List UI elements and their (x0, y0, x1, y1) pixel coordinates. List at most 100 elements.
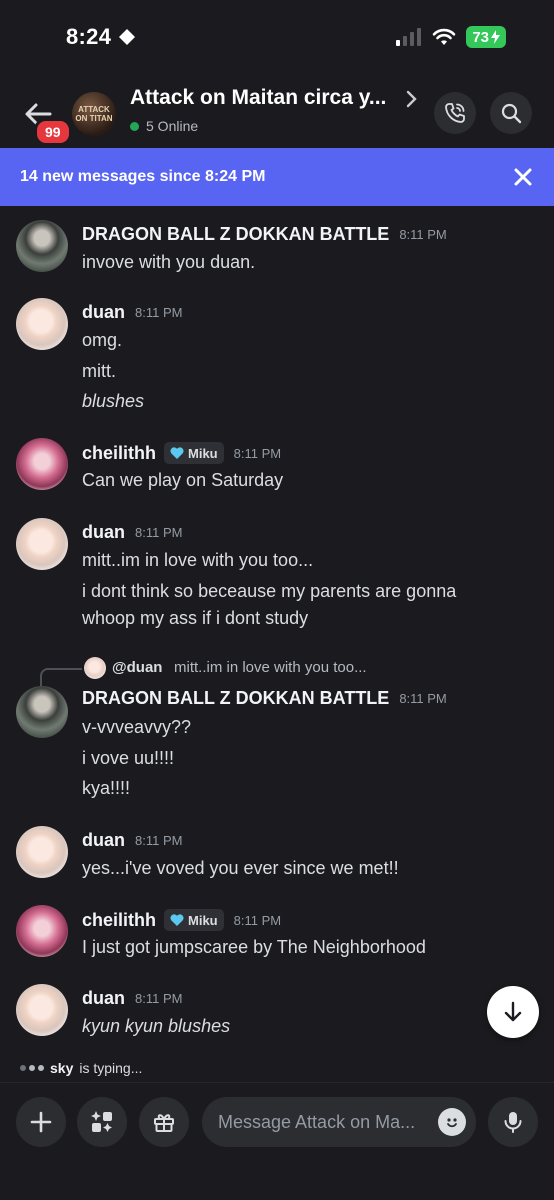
message-header: DRAGON BALL Z DOKKAN BATTLE 8:11 PM (82, 224, 447, 245)
call-button[interactable] (434, 92, 476, 134)
role-tag[interactable]: Miku (164, 909, 224, 931)
new-messages-text: 14 new messages since 8:24 PM (20, 168, 266, 185)
heart-icon (170, 914, 184, 926)
reply-preview[interactable]: mitt..im in love with you too... (174, 659, 367, 676)
search-icon (501, 103, 522, 124)
message-text: kyun kyun blushes (82, 1016, 231, 1036)
message-time: 8:11 PM (233, 912, 282, 928)
battery-level: 73 (472, 28, 489, 46)
role-tag-label: Miku (188, 445, 218, 461)
message-header: duan 8:11 PM (82, 302, 182, 323)
close-icon (514, 168, 532, 186)
reply-connector (40, 668, 82, 688)
status-icons: 73 (396, 26, 506, 48)
apps-icon (91, 1111, 112, 1132)
message-text: whoop my ass if i dont study (82, 608, 309, 628)
unread-badge: 99 (34, 118, 72, 146)
author-name[interactable]: duan (82, 988, 125, 1009)
message-text: Can we play on Saturday (82, 470, 284, 490)
gift-button[interactable] (139, 1097, 189, 1147)
typing-indicator: sky is typing... (20, 1060, 142, 1076)
message-text: blushes (82, 391, 145, 411)
plus-icon (30, 1111, 52, 1133)
message-time: 8:11 PM (233, 445, 282, 461)
author-name[interactable]: duan (82, 302, 125, 323)
add-attachment-button[interactable] (16, 1097, 66, 1147)
reply-avatar (84, 657, 106, 679)
user-avatar[interactable] (16, 438, 68, 490)
user-avatar[interactable] (16, 905, 68, 957)
status-time: 8:24 (66, 24, 112, 49)
voice-message-button[interactable] (488, 1097, 538, 1147)
user-avatar[interactable] (16, 686, 68, 738)
message-text: i dont think so beceause my parents are … (82, 581, 457, 601)
message-text: mitt..im in love with you too... (82, 550, 314, 570)
message-list[interactable]: DRAGON BALL Z DOKKAN BATTLE 8:11 PM invo… (0, 206, 554, 1086)
microphone-icon (504, 1112, 522, 1133)
message-text: I just got jumpscaree by The Neighborhoo… (82, 937, 426, 957)
reply-author[interactable]: @duan (112, 659, 162, 676)
author-name[interactable]: duan (82, 830, 125, 851)
search-button[interactable] (490, 92, 532, 134)
message-header: duan 8:11 PM (82, 522, 182, 543)
heart-icon (170, 447, 184, 459)
message-time: 8:11 PM (135, 833, 183, 848)
message-text: v-vvveavvy?? (82, 717, 192, 737)
status-bar: 8:24 73 (0, 0, 554, 80)
phone-icon (445, 103, 465, 123)
gift-icon (154, 1114, 174, 1132)
author-name[interactable]: duan (82, 522, 125, 543)
user-avatar[interactable] (16, 984, 68, 1036)
message-header: cheilithh Miku 8:11 PM (82, 442, 281, 464)
author-name[interactable]: DRAGON BALL Z DOKKAN BATTLE (82, 224, 389, 245)
chevron-right-icon[interactable] (406, 90, 418, 113)
signal-icon (396, 28, 422, 46)
jump-to-bottom-button[interactable] (487, 986, 539, 1038)
message-header: DRAGON BALL Z DOKKAN BATTLE 8:11 PM (82, 688, 447, 709)
message-text: omg. (82, 330, 123, 350)
message-time: 8:11 PM (399, 691, 447, 706)
online-count: 5 Online (146, 118, 199, 134)
online-dot (130, 121, 139, 131)
role-tag[interactable]: Miku (164, 442, 224, 464)
wifi-icon (433, 28, 456, 45)
new-messages-banner[interactable]: 14 new messages since 8:24 PM (0, 148, 554, 206)
message-header: duan 8:11 PM (82, 830, 182, 851)
message-input[interactable]: Message Attack on Ma... (202, 1097, 476, 1147)
typing-suffix: is typing... (79, 1060, 143, 1076)
online-status: 5 Online (130, 118, 198, 134)
close-banner-button[interactable] (510, 164, 536, 190)
typing-dots (20, 1065, 44, 1071)
server-avatar[interactable]: ATTACK ON TITAN (72, 92, 116, 136)
author-name[interactable]: cheilithh (82, 910, 156, 931)
message-header: cheilithh Miku 8:11 PM (82, 909, 281, 931)
typing-user: sky (50, 1060, 74, 1076)
message-header: duan 8:11 PM (82, 988, 182, 1009)
user-avatar[interactable] (16, 518, 68, 570)
battery-indicator: 73 (466, 26, 506, 48)
user-avatar[interactable] (16, 826, 68, 878)
author-name[interactable]: DRAGON BALL Z DOKKAN BATTLE (82, 688, 389, 709)
message-text: i vove uu!!!! (82, 748, 175, 768)
apps-button[interactable] (77, 1097, 127, 1147)
channel-title[interactable]: Attack on Maitan circa y... (130, 86, 386, 110)
message-text: invove with you duan. (82, 252, 256, 272)
emoji-icon (447, 1118, 457, 1128)
message-text: yes...i've voved you ever since we met!! (82, 858, 399, 878)
user-avatar[interactable] (16, 298, 68, 350)
user-avatar[interactable] (16, 220, 68, 272)
location-icon (119, 29, 136, 45)
arrow-down-icon (504, 1001, 522, 1022)
author-name[interactable]: cheilithh (82, 443, 156, 464)
message-composer: Message Attack on Ma... (0, 1082, 554, 1200)
message-text: kya!!!! (82, 778, 131, 798)
message-time: 8:11 PM (135, 305, 183, 320)
charging-icon (491, 30, 500, 44)
message-time: 8:11 PM (399, 227, 447, 242)
message-time: 8:11 PM (135, 991, 183, 1006)
message-input-placeholder: Message Attack on Ma... (218, 1111, 416, 1132)
message-text: mitt. (82, 361, 116, 381)
role-tag-label: Miku (188, 912, 218, 928)
emoji-button[interactable] (438, 1108, 466, 1136)
server-avatar-text: ATTACK ON TITAN (75, 105, 113, 123)
